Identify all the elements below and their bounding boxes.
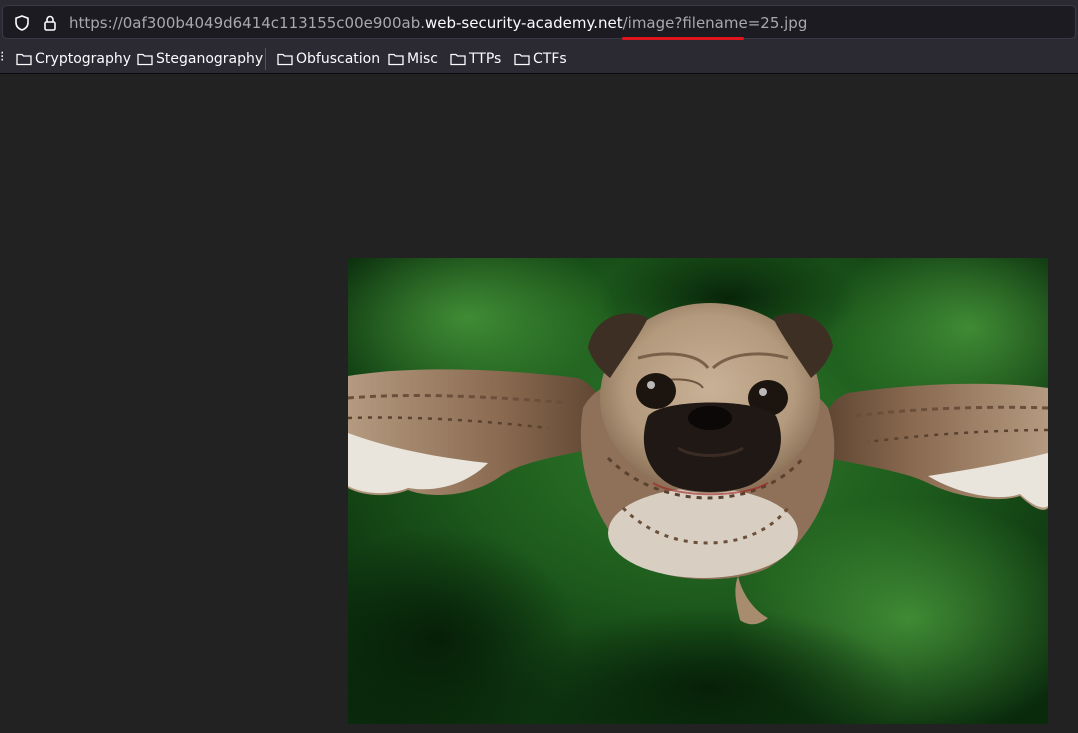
bookmark-label: Cryptography xyxy=(35,51,132,67)
bookmark-folder-obfuscation[interactable]: Obfuscation xyxy=(277,49,380,69)
url-prefix: https://0af300b4049d6414c113155c00e900ab… xyxy=(69,14,425,32)
flying-pug-image xyxy=(348,258,1048,724)
bookmark-label: CTFs xyxy=(533,51,567,67)
bookmark-folder-ctfs[interactable]: CTFs xyxy=(514,49,567,69)
navigation-toolbar: https://0af300b4049d6414c113155c00e900ab… xyxy=(0,0,1078,45)
url-host: web-security-academy.net xyxy=(425,14,623,32)
shield-icon[interactable] xyxy=(13,14,31,32)
folder-icon xyxy=(450,53,466,66)
bookmark-folder-steganography[interactable]: Steganography xyxy=(137,49,263,69)
bookmark-folder-ttps[interactable]: TTPs xyxy=(450,49,501,69)
folder-icon xyxy=(16,53,32,66)
bookmark-label: TTPs xyxy=(469,51,502,67)
lock-icon[interactable] xyxy=(41,14,59,32)
folder-icon xyxy=(388,53,404,66)
folder-icon xyxy=(137,53,153,66)
bookmark-label: Misc xyxy=(407,51,438,67)
red-underline-annotation xyxy=(622,37,744,40)
folder-icon xyxy=(514,53,530,66)
bookmark-folder-misc[interactable]: Misc xyxy=(388,49,438,69)
bookmarks-toolbar: ⁝ Cryptography Steganography Obfuscation… xyxy=(0,45,1078,74)
folder-icon xyxy=(277,53,293,66)
bookmark-label: Obfuscation xyxy=(296,51,381,67)
url-bar[interactable]: https://0af300b4049d6414c113155c00e900ab… xyxy=(2,5,1076,39)
url-path: /image?filename=25.jpg xyxy=(622,14,808,32)
bookmarks-overflow-indicator[interactable]: ⁝ xyxy=(0,49,4,65)
bookmark-label: Steganography xyxy=(156,51,264,67)
url-text[interactable]: https://0af300b4049d6414c113155c00e900ab… xyxy=(69,14,807,32)
bookmarks-separator xyxy=(265,48,266,70)
bookmark-folder-cryptography[interactable]: Cryptography xyxy=(16,49,131,69)
